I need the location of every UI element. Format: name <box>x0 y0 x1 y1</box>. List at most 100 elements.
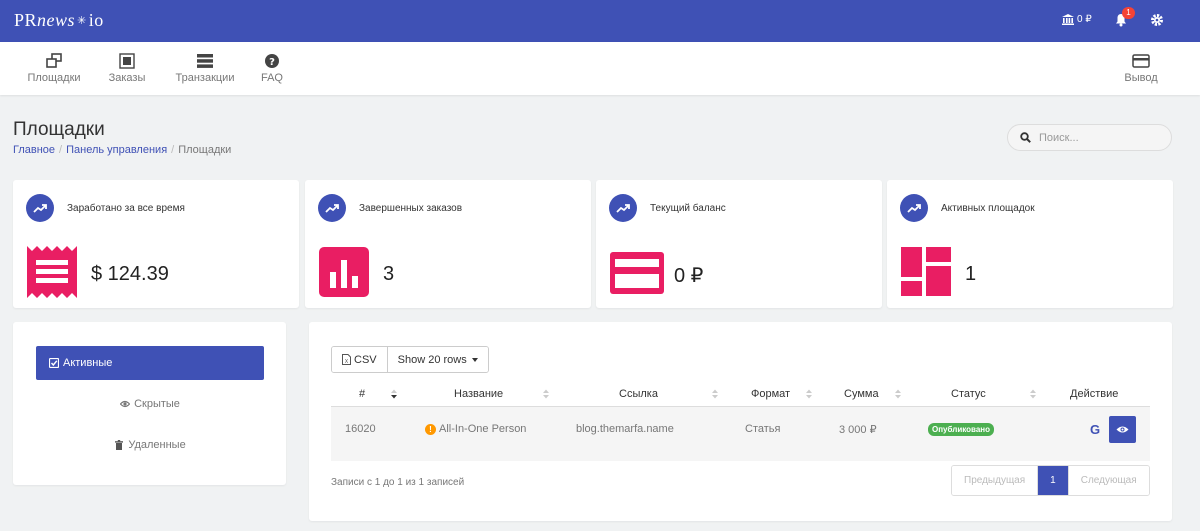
caret-down-icon <box>471 357 478 362</box>
trend-icon <box>318 194 346 222</box>
cell-name-text: All-In-One Person <box>439 423 527 435</box>
breadcrumb: Главное / Панель управления / Площадки <box>13 144 232 156</box>
breadcrumb-current: Площадки <box>178 144 232 156</box>
logo-news: news <box>37 10 76 30</box>
question-icon: ? <box>265 54 279 68</box>
column-header-action: Действие <box>1070 388 1119 400</box>
rows-per-page-dropdown[interactable]: Show 20 rows <box>386 347 488 372</box>
column-header-amount[interactable]: Сумма <box>844 382 879 406</box>
stat-title: Завершенных заказов <box>359 203 463 214</box>
column-header-name[interactable]: Название <box>454 382 503 406</box>
card-icon <box>1132 54 1150 68</box>
svg-text:?: ? <box>269 57 275 68</box>
nav-item-transactions[interactable]: Транзакции <box>170 42 240 95</box>
trend-icon <box>609 194 637 222</box>
filter-label: Активные <box>63 357 113 369</box>
nav-item-label: Транзакции <box>175 72 235 84</box>
cell-amount: 3 000 ₽ <box>839 423 877 436</box>
pagination: Предыдущая 1 Следующая <box>951 465 1150 496</box>
eye-icon <box>1116 426 1129 432</box>
nav-item-sites[interactable]: Площадки <box>20 42 88 95</box>
sort-icon[interactable] <box>806 389 812 399</box>
receipt-icon <box>27 246 77 298</box>
cell-format: Статья <box>745 423 781 435</box>
column-header-status[interactable]: Статус <box>951 382 986 406</box>
logo[interactable]: PRnews ✳ io <box>14 10 104 31</box>
sort-icon[interactable] <box>1030 389 1036 399</box>
nav-item-label: FAQ <box>260 72 283 84</box>
trend-icon <box>900 194 928 222</box>
stat-card-active-sites: Активных площадок 1 <box>887 180 1173 308</box>
orders-icon <box>119 53 135 69</box>
nav-item-withdraw[interactable]: Вывод <box>1118 42 1164 95</box>
sites-icon <box>46 53 62 68</box>
filter-label: Скрытые <box>134 398 180 410</box>
stat-value: 1 <box>965 263 977 285</box>
dashboard-icon <box>901 247 951 296</box>
sort-icon[interactable] <box>712 389 718 399</box>
gear-icon[interactable] <box>1150 13 1164 27</box>
notification-badge: 1 <box>1122 7 1135 19</box>
transactions-icon <box>197 54 213 68</box>
table-info: Записи с 1 до 1 из 1 записей <box>331 477 465 488</box>
credit-card-icon <box>610 252 664 294</box>
sort-icon[interactable] <box>895 389 901 399</box>
column-header-format[interactable]: Формат <box>751 382 790 406</box>
svg-text:X: X <box>345 359 349 365</box>
rows-per-page-label: Show 20 rows <box>397 353 467 366</box>
stat-card-completed-orders: Завершенных заказов 3 <box>305 180 591 308</box>
table-row: 16020 ! All-In-One Person blog.themarfa.… <box>331 407 1150 461</box>
search-icon <box>1020 132 1031 143</box>
warning-icon: ! <box>425 423 436 435</box>
filter-label: Удаленные <box>128 439 186 451</box>
cell-status: Опубликовано <box>928 407 995 451</box>
stat-card-earned: Заработано за все время $ 124.39 <box>13 180 299 308</box>
table-panel: X CSV Show 20 rows # Название Ссылка Фор… <box>309 322 1172 521</box>
column-header-id[interactable]: # <box>359 382 365 406</box>
balance-link[interactable]: 0 ₽ <box>1062 14 1092 25</box>
filter-deleted-button[interactable]: Удаленные <box>36 428 264 462</box>
top-bar: PRnews ✳ io 0 ₽ 1 <box>0 0 1200 42</box>
view-button[interactable] <box>1109 415 1136 443</box>
csv-button[interactable]: X CSV <box>332 347 387 372</box>
main-nav: Площадки Заказы Транзакции ? FAQ Вывод <box>0 42 1200 95</box>
sort-icon[interactable] <box>543 389 549 399</box>
cell-id: 16020 <box>345 423 376 435</box>
table-toolbar: X CSV Show 20 rows <box>331 346 489 373</box>
column-header-link[interactable]: Ссылка <box>619 382 658 406</box>
stat-title: Текущий баланс <box>650 203 726 214</box>
balance-value: 0 ₽ <box>1077 14 1092 25</box>
stat-title: Заработано за все время <box>67 203 185 214</box>
stat-value: 0 ₽ <box>674 265 704 287</box>
sort-desc-icon[interactable] <box>391 389 397 399</box>
csv-label: CSV <box>354 353 377 366</box>
search-input[interactable] <box>1039 131 1159 144</box>
breadcrumb-dashboard[interactable]: Панель управления <box>66 144 167 156</box>
stat-title: Активных площадок <box>941 203 1035 214</box>
stat-value: $ 124.39 <box>91 263 169 285</box>
filter-active-button[interactable]: Активные <box>36 346 264 380</box>
cell-actions <box>1109 407 1136 451</box>
file-excel-icon: X <box>342 354 351 365</box>
eye-icon <box>120 400 131 408</box>
cell-name[interactable]: ! All-In-One Person <box>425 407 526 451</box>
pagination-next-button[interactable]: Следующая <box>1067 466 1149 495</box>
stat-card-balance: Текущий баланс 0 ₽ <box>596 180 882 308</box>
nav-item-orders[interactable]: Заказы <box>102 42 152 95</box>
filter-hidden-button[interactable]: Скрытые <box>36 387 264 421</box>
pagination-page-button[interactable]: 1 <box>1037 466 1068 495</box>
nav-item-faq[interactable]: ? FAQ <box>256 42 288 95</box>
filter-panel: Активные Скрытые Удаленные <box>13 322 286 485</box>
logo-io: io <box>88 10 104 30</box>
page-title: Площадки <box>13 119 105 140</box>
trend-icon <box>26 194 54 222</box>
breadcrumb-home[interactable]: Главное <box>13 144 55 156</box>
logo-pr: PR <box>14 10 38 30</box>
google-icon[interactable]: G <box>1090 407 1100 451</box>
table-header: # Название Ссылка Формат Сумма Статус Де… <box>331 382 1150 407</box>
trash-icon <box>115 440 124 450</box>
bank-icon <box>1062 14 1074 25</box>
bar-chart-icon <box>319 247 369 297</box>
pagination-prev-button[interactable]: Предыдущая <box>952 466 1038 495</box>
cell-link[interactable]: blog.themarfa.name <box>576 407 674 451</box>
